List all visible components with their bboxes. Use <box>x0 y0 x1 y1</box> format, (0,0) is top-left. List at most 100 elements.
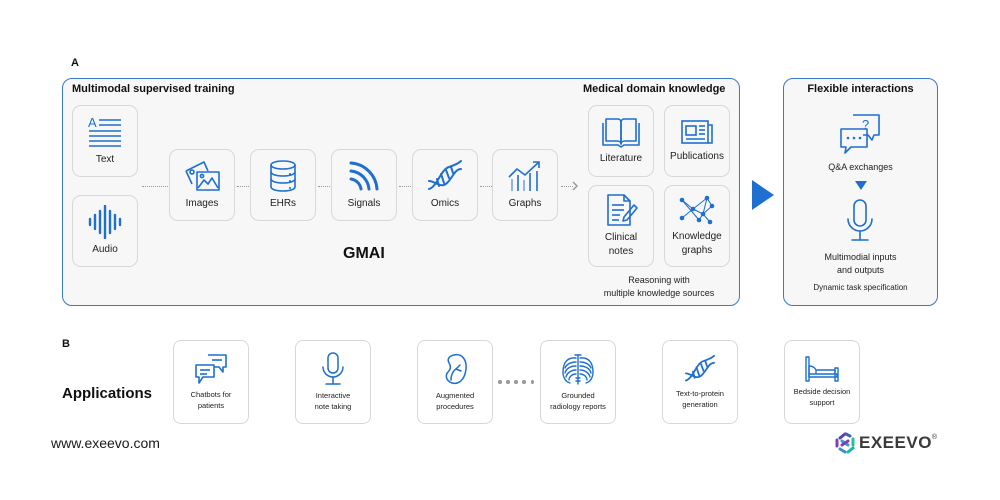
signal-waves-icon <box>349 161 379 191</box>
label-line: Knowledge <box>672 230 722 242</box>
qa-label: Q&A exchanges <box>828 162 893 172</box>
connector-dots <box>142 186 168 187</box>
label-line: Interactive <box>315 390 351 400</box>
modality-label: Audio <box>92 243 118 255</box>
knowledge-label: Publications <box>670 150 724 162</box>
knowledge-label: Knowledge graphs <box>672 230 721 259</box>
applications-title: Applications <box>62 385 153 402</box>
modality-card-signals: Signals <box>331 149 397 221</box>
app-card-note-taking: Interactive note taking <box>295 340 371 424</box>
knowledge-card-literature: Literature <box>588 105 654 177</box>
app-label: Augmented procedures <box>436 390 474 413</box>
microphone-icon <box>847 199 873 241</box>
label-line: Chatbots for <box>190 389 232 399</box>
network-graph-icon <box>679 195 715 224</box>
dot <box>530 380 534 384</box>
svg-text:?: ? <box>862 117 869 132</box>
panel-a-letter: A <box>71 57 79 69</box>
label-line: Text-to-protein <box>676 388 724 398</box>
database-icon <box>270 159 296 192</box>
modality-card-omics: Omics <box>412 149 478 221</box>
knowledge-card-publications: Publications <box>664 105 730 177</box>
modality-card-ehrs: EHRs <box>250 149 316 221</box>
website-link[interactable]: www.exeevo.com <box>51 435 160 451</box>
connector-dots <box>480 186 492 187</box>
app-label: Grounded radiology reports <box>550 390 606 413</box>
connector-dots <box>399 186 411 187</box>
app-label: Text-to-protein generation <box>676 388 724 411</box>
dot <box>506 380 510 384</box>
modality-label: Omics <box>430 197 460 209</box>
exeevo-logo-icon <box>835 432 855 454</box>
knowledge-label: Clinical notes <box>605 231 637 260</box>
microphone-icon <box>322 352 344 385</box>
gmai-label: GMAI <box>343 245 385 262</box>
bar-trend-chart-icon <box>508 160 540 191</box>
app-card-bedside-support: Bedside decision support <box>784 340 860 424</box>
flow-arrow-icon <box>752 180 774 210</box>
svg-text:A: A <box>88 115 97 130</box>
interactions-title: Flexible interactions <box>807 83 914 95</box>
caption-line: multiple knowledge sources <box>603 288 715 299</box>
connector-dots <box>318 186 330 187</box>
text-document-icon: A <box>88 115 121 147</box>
modality-card-text: A Text <box>72 105 138 177</box>
modality-label: Graphs <box>508 197 542 209</box>
label-line: support <box>809 398 835 407</box>
io-line: and outputs <box>836 265 885 276</box>
dot <box>514 380 518 384</box>
connector-dots <box>498 380 534 384</box>
label-line: procedures <box>436 402 474 411</box>
modality-label: EHRs <box>269 197 297 209</box>
notes-pen-icon <box>607 193 638 226</box>
dna-icon <box>428 159 462 190</box>
io-label: Multimodial inputs and outputs <box>783 251 938 277</box>
newspaper-icon <box>681 119 713 144</box>
kidney-icon <box>445 353 467 384</box>
qa-chat-icon: ? <box>840 114 880 154</box>
label-line: Grounded <box>561 390 595 400</box>
label-line: Augmented <box>435 390 475 400</box>
label-line: notes <box>608 246 634 257</box>
app-card-chatbots: Chatbots for patients <box>173 340 249 424</box>
registered-mark: ® <box>931 434 938 441</box>
bed-icon <box>805 356 839 382</box>
down-arrow-icon <box>855 181 867 190</box>
io-line: Multimodial inputs <box>824 252 897 262</box>
modality-label: Images <box>185 197 219 209</box>
task-label: Dynamic task specification <box>813 283 908 292</box>
label-line: graphs <box>681 245 713 256</box>
dna-icon <box>685 354 715 382</box>
modality-label: Signals <box>347 197 381 209</box>
label-line: generation <box>682 400 718 409</box>
knowledge-card-clinical-notes: Clinical notes <box>588 185 654 267</box>
app-label: Chatbots for patients <box>191 389 232 412</box>
knowledge-title: Medical domain knowledge <box>583 83 726 95</box>
app-card-text-to-protein: Text-to-protein generation <box>662 340 738 424</box>
label-line: note taking <box>314 402 352 411</box>
audio-waveform-icon <box>88 204 122 239</box>
brand-logo: EXEEVO ® <box>834 432 937 454</box>
app-card-radiology-reports: Grounded radiology reports <box>540 340 616 424</box>
label-line: radiology reports <box>550 402 606 411</box>
ribcage-icon <box>562 354 594 385</box>
panel-b-letter: B <box>62 338 70 350</box>
dot <box>498 380 502 384</box>
app-label: Interactive note taking <box>315 390 352 413</box>
connector-dots <box>237 186 249 187</box>
modality-label: Text <box>95 153 115 165</box>
knowledge-label: Literature <box>599 152 643 164</box>
label-line: Clinical <box>604 231 638 243</box>
images-icon <box>185 160 220 191</box>
modality-card-audio: Audio <box>72 195 138 267</box>
connector-arrow-icon <box>572 181 579 191</box>
chat-bubbles-icon <box>195 353 227 384</box>
app-label: Bedside decision support <box>794 386 851 409</box>
label-line: Bedside decision <box>793 386 851 396</box>
label-line: patients <box>197 401 225 410</box>
dot <box>522 380 526 384</box>
open-book-icon <box>602 117 640 148</box>
modality-card-graphs: Graphs <box>492 149 558 221</box>
knowledge-caption: Reasoning with multiple knowledge source… <box>584 274 734 300</box>
modality-card-images: Images <box>169 149 235 221</box>
